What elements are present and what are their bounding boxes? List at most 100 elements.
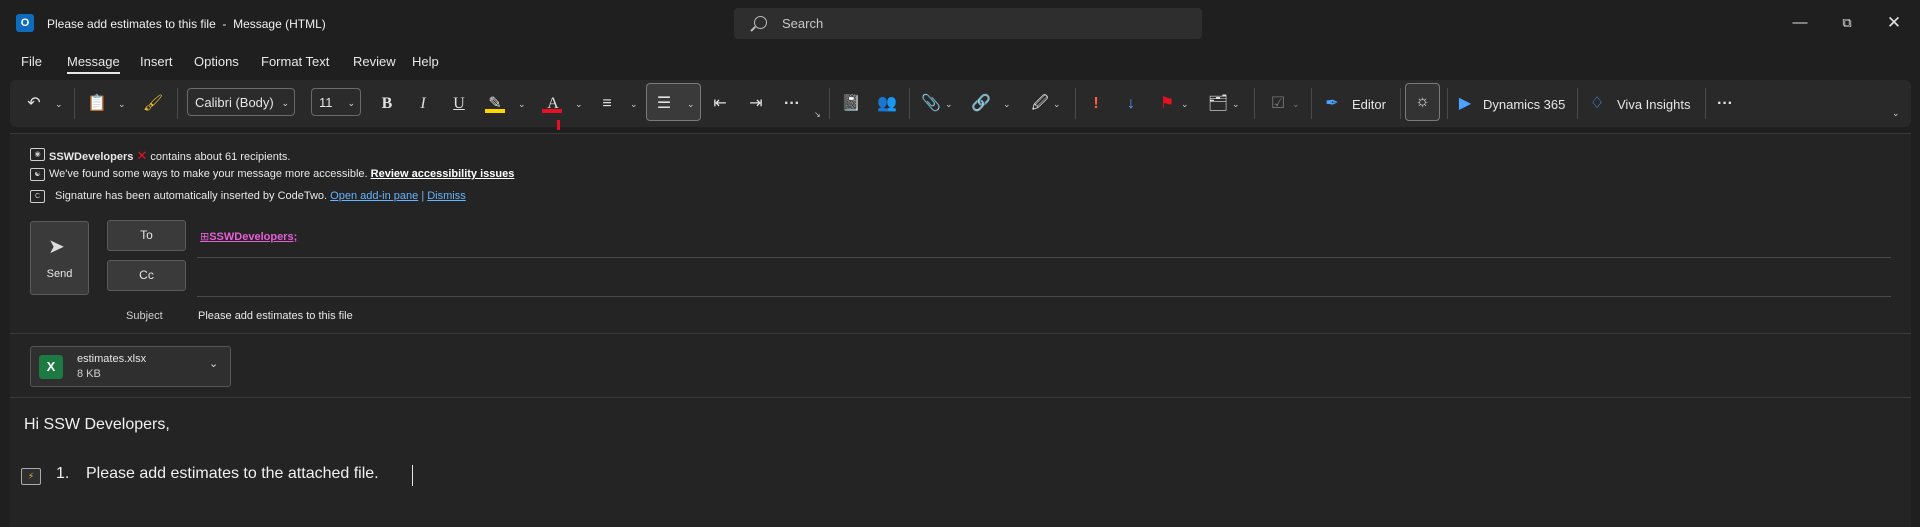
- to-underline: [197, 257, 1891, 258]
- close-icon[interactable]: ✕: [1883, 12, 1905, 34]
- to-recipients-field[interactable]: ⊞SSWDevelopers;: [200, 230, 297, 243]
- font-color-dropdown-icon[interactable]: ⌄: [575, 91, 583, 117]
- tab-review[interactable]: Review: [353, 54, 396, 69]
- font-color-swatch: [542, 109, 562, 113]
- expand-group-icon[interactable]: ⊞: [200, 231, 209, 243]
- dynamics-button[interactable]: Dynamics 365: [1483, 97, 1565, 112]
- increase-indent-icon[interactable]: ⇥: [744, 91, 768, 117]
- accessibility-info: We've found some ways to make your messa…: [49, 168, 514, 180]
- editor-button[interactable]: Editor: [1352, 97, 1386, 112]
- paste-icon[interactable]: 📋: [85, 91, 109, 117]
- send-icon: ➤: [48, 236, 65, 258]
- highlight-icon[interactable]: ✎: [483, 91, 507, 117]
- attach-dropdown-icon[interactable]: ⌄: [945, 91, 953, 117]
- tab-format-text[interactable]: Format Text: [261, 54, 329, 69]
- flag-icon[interactable]: ⚑: [1155, 91, 1179, 117]
- sensitivity-icon[interactable]: 🗂: [1206, 91, 1230, 117]
- chevron-down-icon: ⌄: [281, 98, 289, 108]
- font-size-select[interactable]: 11 ⌄: [311, 88, 361, 116]
- chevron-down-icon[interactable]: ⌄: [209, 357, 218, 370]
- bullets-icon[interactable]: ≡: [595, 91, 619, 117]
- search-placeholder: Search: [782, 16, 824, 31]
- ribbon-collapse-icon[interactable]: ⌄: [1892, 100, 1900, 126]
- underline-button[interactable]: U: [447, 91, 471, 117]
- high-importance-icon[interactable]: !: [1084, 91, 1108, 117]
- window-title: Please add estimates to this file - Mess…: [47, 17, 326, 31]
- ribbon-separator: [1311, 88, 1312, 119]
- tab-message[interactable]: Message: [67, 54, 120, 69]
- cc-field[interactable]: [197, 262, 1891, 292]
- autocorrect-options-icon[interactable]: ⚡: [21, 468, 41, 485]
- signature-info: Signature has been automatically inserte…: [55, 190, 466, 202]
- list-item-text[interactable]: Please add estimates to the attached fil…: [86, 465, 379, 483]
- italic-button[interactable]: I: [411, 91, 435, 117]
- send-label: Send: [46, 268, 73, 280]
- subject-divider: [10, 333, 1911, 334]
- editor-icon[interactable]: ✒: [1322, 91, 1342, 117]
- send-button[interactable]: ➤ Send: [30, 221, 89, 295]
- tab-help[interactable]: Help: [412, 54, 439, 69]
- to-button[interactable]: To: [107, 220, 186, 251]
- more-options-icon[interactable]: ···: [1713, 91, 1737, 117]
- dynamics-icon[interactable]: ▶: [1455, 91, 1475, 117]
- cc-button[interactable]: Cc: [107, 260, 186, 291]
- excel-icon: X: [39, 355, 63, 379]
- decrease-indent-icon[interactable]: ⇤: [708, 91, 732, 117]
- accessibility-text: We've found some ways to make your messa…: [49, 168, 368, 180]
- recipient-chip[interactable]: SSWDevelopers;: [209, 231, 297, 243]
- attach-file-icon[interactable]: 📎: [919, 91, 943, 117]
- signature-dropdown-icon[interactable]: ⌄: [1053, 91, 1061, 117]
- ribbon-separator: [74, 88, 75, 119]
- numbering-dropdown-icon[interactable]: ⌄: [687, 91, 695, 117]
- search-input[interactable]: Search: [734, 8, 1202, 39]
- accessibility-icon: ☯: [30, 168, 45, 181]
- remove-group-icon[interactable]: ✕: [136, 148, 147, 163]
- text-cursor: [412, 465, 413, 486]
- ribbon-separator: [177, 88, 178, 119]
- dialog-launcher-icon[interactable]: ↘: [814, 110, 821, 119]
- undo-icon[interactable]: ↶: [22, 91, 46, 117]
- paste-dropdown-icon[interactable]: ⌄: [118, 91, 126, 117]
- active-tab-indicator: [67, 72, 120, 74]
- sun-icon: ☼: [1415, 93, 1430, 110]
- attachment-card[interactable]: X estimates.xlsx 8 KB ⌄: [30, 346, 231, 387]
- viva-insights-button[interactable]: Viva Insights: [1617, 97, 1690, 112]
- highlight-dropdown-icon[interactable]: ⌄: [518, 91, 526, 117]
- link-separator: |: [421, 190, 425, 202]
- viva-insights-icon[interactable]: ♢: [1586, 91, 1608, 117]
- undo-dropdown-icon[interactable]: ⌄: [55, 91, 63, 117]
- ribbon-separator: [1400, 88, 1401, 119]
- tab-insert[interactable]: Insert: [140, 54, 173, 69]
- chevron-down-icon: ⌄: [347, 98, 355, 108]
- body-greeting[interactable]: Hi SSW Developers,: [24, 416, 170, 434]
- restore-icon[interactable]: ⧉: [1836, 12, 1858, 34]
- bullets-dropdown-icon[interactable]: ⌄: [630, 91, 638, 117]
- dark-mode-toggle[interactable]: ☼: [1405, 83, 1440, 121]
- minimize-icon[interactable]: —: [1789, 12, 1811, 34]
- address-book-icon[interactable]: 📓: [839, 91, 863, 117]
- ribbon-separator: [1447, 88, 1448, 119]
- subject-input[interactable]: Please add estimates to this file: [198, 310, 353, 322]
- approval-dropdown-icon[interactable]: ⌄: [1292, 91, 1300, 117]
- dismiss-link[interactable]: Dismiss: [427, 190, 466, 202]
- tab-options[interactable]: Options: [194, 54, 239, 69]
- more-formatting-icon[interactable]: ···: [780, 91, 804, 117]
- format-painter-icon[interactable]: 🖌: [141, 91, 165, 117]
- search-icon: [754, 16, 767, 29]
- signature-icon[interactable]: 🖉: [1028, 91, 1052, 117]
- flag-dropdown-icon[interactable]: ⌄: [1181, 91, 1189, 117]
- font-size-value: 11: [319, 95, 333, 110]
- low-importance-icon[interactable]: ↓: [1119, 91, 1143, 117]
- open-addin-pane-link[interactable]: Open add-in pane: [330, 190, 418, 202]
- review-accessibility-link[interactable]: Review accessibility issues: [371, 168, 515, 180]
- link-dropdown-icon[interactable]: ⌄: [1003, 91, 1011, 117]
- sensitivity-dropdown-icon[interactable]: ⌄: [1232, 91, 1240, 117]
- bold-button[interactable]: B: [375, 91, 399, 117]
- link-icon[interactable]: 🔗: [969, 91, 993, 117]
- font-color-button[interactable]: A: [541, 91, 565, 117]
- attachment-size: 8 KB: [77, 368, 101, 380]
- tab-file[interactable]: File: [21, 54, 42, 69]
- approval-icon[interactable]: ☑: [1266, 91, 1290, 117]
- check-names-icon[interactable]: 👥: [875, 91, 899, 117]
- font-name-select[interactable]: Calibri (Body) ⌄: [187, 88, 295, 116]
